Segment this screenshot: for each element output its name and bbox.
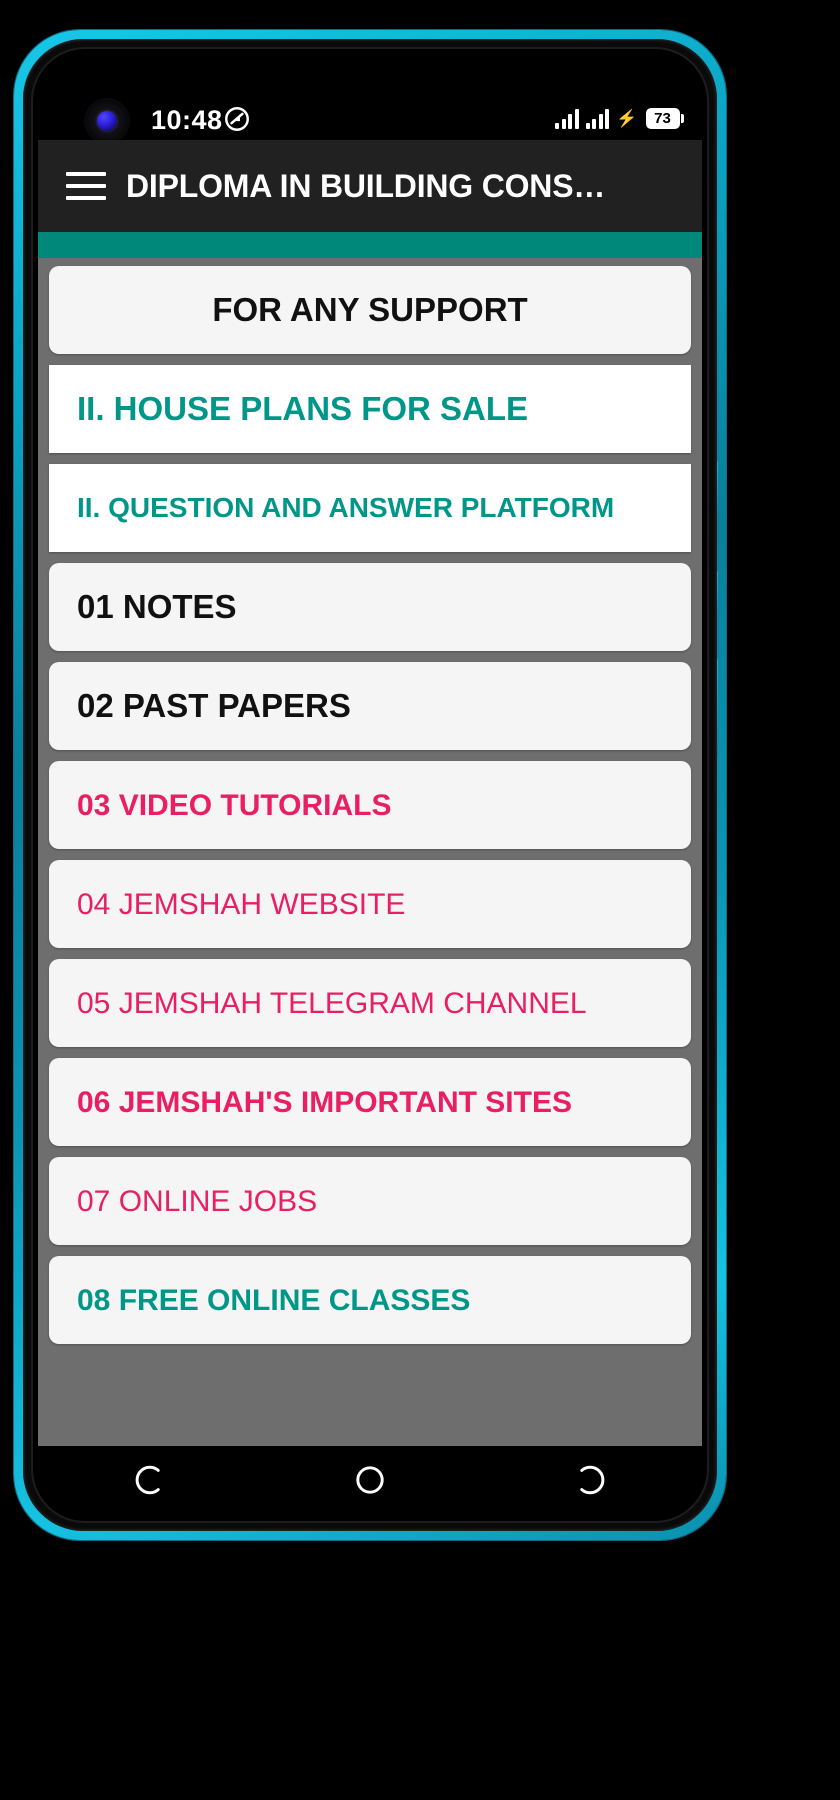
menu-item-qa-platform[interactable]: II. QUESTION AND ANSWER PLATFORM	[49, 464, 691, 552]
menu-item-label: II. HOUSE PLANS FOR SALE	[77, 389, 529, 427]
back-navigation-icon[interactable]	[121, 1457, 177, 1503]
status-time: 10:48	[151, 105, 223, 135]
menu-item-jemshah-website[interactable]: 04 JEMSHAH WEBSITE	[49, 860, 691, 948]
android-navigation-bar	[38, 1446, 702, 1514]
front-camera-punch-hole-icon	[86, 100, 128, 142]
menu-item-label: 04 JEMSHAH WEBSITE	[77, 887, 406, 921]
phone-screen: 10:48 ⚡ 73 DIPLOMA IN BUILDING CONS… FOR…	[38, 56, 702, 1514]
page-title: DIPLOMA IN BUILDING CONS…	[126, 167, 606, 204]
menu-item-label: 02 PAST PAPERS	[77, 686, 351, 724]
hamburger-menu-icon[interactable]	[66, 172, 106, 200]
menu-item-label: 03 VIDEO TUTORIALS	[77, 788, 392, 822]
home-navigation-icon[interactable]	[342, 1457, 398, 1503]
menu-item-notes[interactable]: 01 NOTES	[49, 563, 691, 651]
menu-item-past-papers[interactable]: 02 PAST PAPERS	[49, 662, 691, 750]
menu-list[interactable]: FOR ANY SUPPORT II. HOUSE PLANS FOR SALE I…	[38, 258, 702, 1446]
recents-navigation-icon[interactable]	[563, 1457, 619, 1503]
menu-item-label: 07 ONLINE JOBS	[77, 1184, 318, 1218]
battery-indicator: 73	[645, 107, 685, 129]
menu-item-label: 08 FREE ONLINE CLASSES	[77, 1283, 471, 1317]
accent-strip	[38, 232, 702, 258]
charging-bolt-icon: ⚡	[616, 108, 638, 128]
menu-item-support[interactable]: FOR ANY SUPPORT	[49, 266, 691, 354]
screenshot-root: 10:48 ⚡ 73 DIPLOMA IN BUILDING CONS… FOR…	[0, 0, 840, 1800]
menu-item-free-online-classes[interactable]: 08 FREE ONLINE CLASSES	[49, 1256, 691, 1344]
menu-item-video-tutorials[interactable]: 03 VIDEO TUTORIALS	[49, 761, 691, 849]
signal-bars-sim2-icon	[585, 108, 610, 129]
status-bar: 10:48 ⚡ 73	[38, 56, 702, 142]
camera-lens-icon	[97, 111, 117, 131]
menu-item-label: FOR ANY SUPPORT	[212, 290, 528, 328]
menu-item-online-jobs[interactable]: 07 ONLINE JOBS	[49, 1157, 691, 1245]
menu-item-important-sites[interactable]: 06 JEMSHAH'S IMPORTANT SITES	[49, 1058, 691, 1146]
status-bar-icons: ⚡ 73	[555, 102, 684, 134]
menu-item-label: 06 JEMSHAH'S IMPORTANT SITES	[77, 1085, 572, 1119]
menu-item-label: II. QUESTION AND ANSWER PLATFORM	[77, 491, 615, 523]
do-not-disturb-icon	[223, 105, 251, 133]
menu-item-label: 05 JEMSHAH TELEGRAM CHANNEL	[77, 986, 587, 1020]
menu-item-telegram-channel[interactable]: 05 JEMSHAH TELEGRAM CHANNEL	[49, 959, 691, 1047]
signal-bars-sim1-icon	[555, 108, 579, 129]
menu-item-label: 01 NOTES	[77, 587, 237, 625]
menu-item-house-plans[interactable]: II. HOUSE PLANS FOR SALE	[49, 365, 691, 453]
battery-level-label: 73	[645, 107, 680, 129]
app-bar: DIPLOMA IN BUILDING CONS…	[38, 140, 702, 232]
